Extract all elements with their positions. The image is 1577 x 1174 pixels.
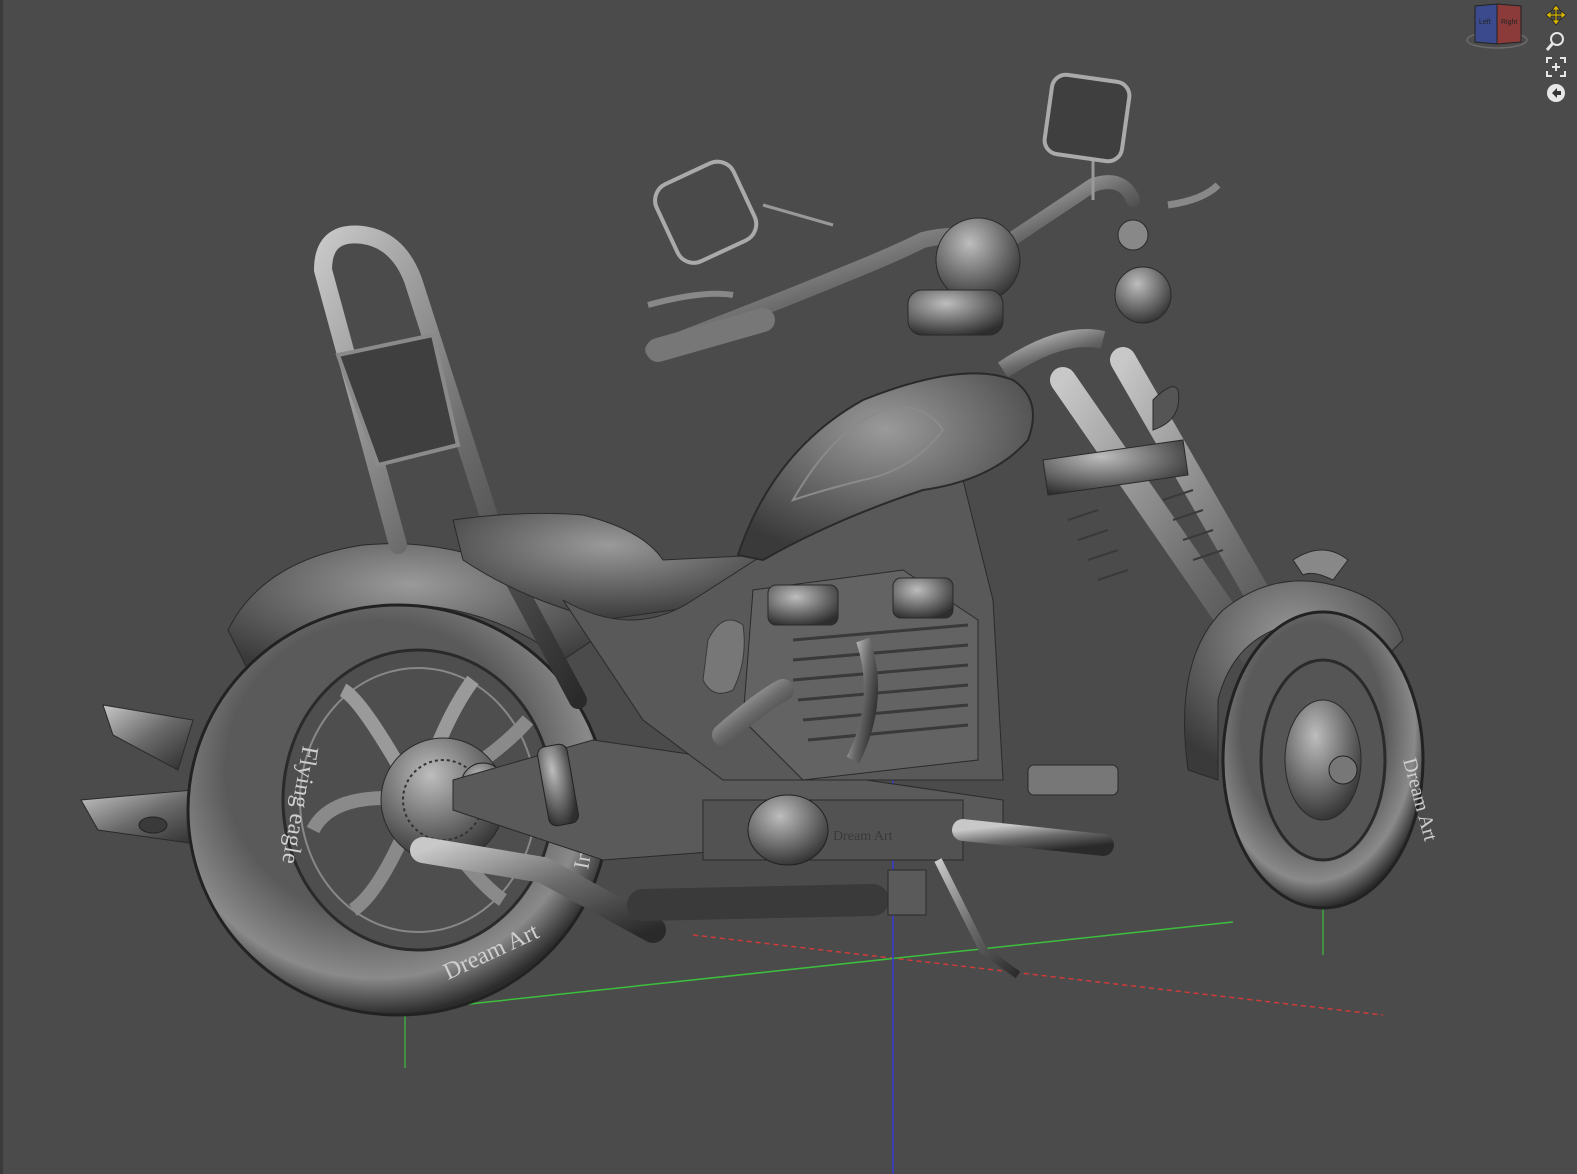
zoom-button[interactable] [1545, 30, 1567, 52]
orbit-icon [1547, 84, 1565, 102]
model-scene[interactable]: Flying eagle Dream Art Insool [3, 0, 1577, 1174]
zoom-icon [1545, 32, 1564, 51]
view-cube-left-label: Left [1479, 19, 1491, 26]
zoom-extents-button[interactable] [1545, 56, 1567, 78]
view-cube-right-label: Right [1501, 19, 1517, 26]
exhaust-tips [80, 704, 204, 846]
3d-viewport[interactable]: Flying eagle Dream Art Insool [0, 0, 1577, 1174]
x-axis-line [692, 934, 1384, 1016]
pan-button[interactable] [1545, 4, 1567, 26]
pan-icon [1545, 4, 1567, 26]
orbit-button[interactable] [1545, 82, 1567, 104]
navigation-toolbar [1543, 0, 1569, 104]
zoom-extents-icon [1546, 57, 1566, 77]
engine-plate-text: Dream Art [833, 829, 893, 844]
view-cube[interactable]: Left Right [1463, 0, 1531, 50]
left-mirror [653, 159, 759, 265]
right-mirror [1042, 72, 1132, 164]
